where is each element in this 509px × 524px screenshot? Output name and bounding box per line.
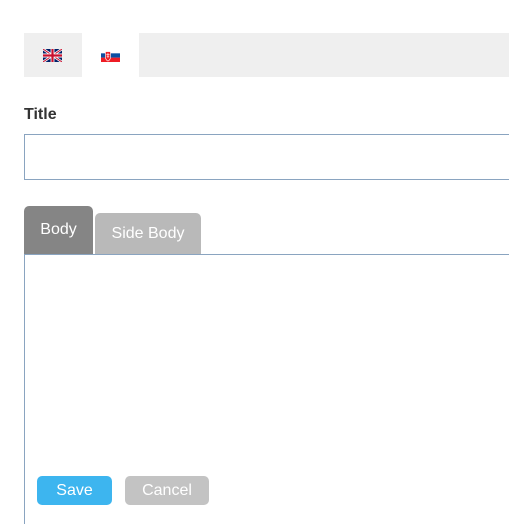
cancel-button[interactable]: Cancel [125,476,209,505]
language-tab-slovak[interactable] [82,33,139,77]
title-label: Title [24,106,57,123]
language-tab-english[interactable] [24,33,81,77]
uk-flag-icon [43,48,62,62]
language-tab-bar [24,33,509,77]
tab-body[interactable]: Body [24,206,93,254]
title-input[interactable] [24,134,509,180]
slovak-flag-icon [101,48,120,62]
save-button[interactable]: Save [37,476,112,505]
tab-side-body[interactable]: Side Body [95,213,201,254]
